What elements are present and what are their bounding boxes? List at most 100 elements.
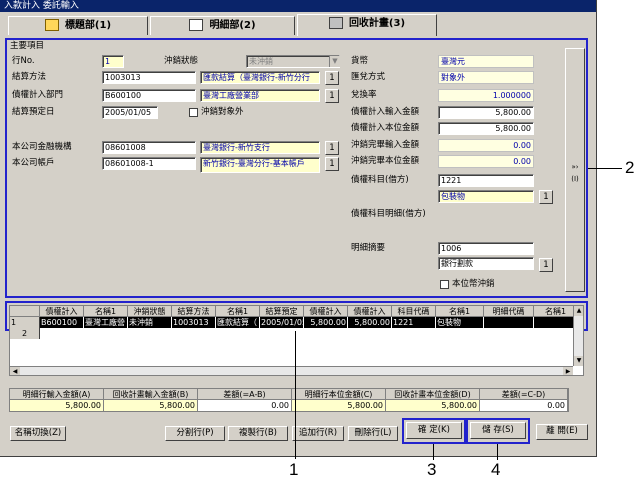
tab-detail-label: 明細部(2) (209, 20, 256, 31)
totals-value-cell: 5,800.00 (292, 400, 386, 411)
grid-cell: 5,800.00 (348, 317, 392, 328)
subject-name-field: 包裝物 (438, 190, 534, 203)
grid-header-cell[interactable]: 名稱1 (436, 306, 484, 317)
bank-code-input[interactable]: 08601008 (102, 141, 196, 154)
tab-header[interactable]: 標題部(1) (8, 16, 148, 35)
screen-icon (328, 17, 343, 29)
subject-lookup-button[interactable]: 1 (539, 190, 553, 204)
totals-header-cell: 明細行本位金額(C) (292, 389, 386, 400)
totals-header-cell: 明細行輸入金額(A) (10, 389, 104, 400)
window-title: 入款計入 委託輸入 (0, 0, 596, 12)
grid-cell: 1221 (392, 317, 436, 328)
grid-cell: 2005/01/05 (261, 317, 304, 328)
callout-2: 2 (625, 158, 635, 177)
grid-header-cell[interactable]: 名稱1 (534, 306, 578, 317)
grid-horizontal-scrollbar[interactable]: ◀ ▶ (10, 366, 573, 375)
scroll-left-icon[interactable]: ◀ (10, 367, 20, 375)
tab-detail[interactable]: 明細部(2) (150, 16, 295, 35)
input-amount-field[interactable]: 5,800.00 (438, 106, 534, 119)
double-chevron-right-icon: »› (571, 163, 579, 171)
grid-cell: B600100 (40, 317, 84, 328)
rate-label: 兌換率 (351, 90, 377, 100)
split-row-button[interactable]: 分割行(P) (165, 426, 225, 441)
callout-4-line (497, 444, 498, 460)
delete-row-button[interactable]: 刪除行(L) (348, 426, 398, 441)
currency-label: 貨幣 (351, 56, 369, 66)
grid-cell (534, 317, 578, 328)
grid-header-cell[interactable]: 名稱1 (84, 306, 128, 317)
document-icon (189, 19, 204, 31)
confirm-button[interactable]: 確 定(K) (406, 422, 462, 439)
totals-value-cell: 5,800.00 (386, 400, 480, 411)
summary-name-input[interactable]: 銀行劃款 (438, 257, 534, 270)
grid-header-cell[interactable]: 結算預定 (260, 306, 304, 317)
input-amount-label: 債權計入輸入金額 (351, 107, 420, 117)
status-select[interactable]: 未沖銷 (246, 55, 340, 68)
grid-header-cell[interactable]: 結算方法 (172, 306, 216, 317)
date-label: 結算預定日 (12, 107, 55, 117)
method-code-input[interactable]: 1003013 (102, 71, 196, 84)
copy-row-button[interactable]: 複製行(B) (228, 426, 288, 441)
close-button[interactable]: 離 開(E) (536, 424, 588, 440)
subject-code-input[interactable]: 1221 (438, 174, 534, 187)
dept-code-input[interactable]: B600100 (102, 89, 196, 102)
callout-3-line (433, 444, 434, 460)
section-title: 主要項目 (10, 41, 45, 51)
grid-row-number: 1 (10, 317, 40, 328)
offset-target-checkbox[interactable] (189, 108, 198, 117)
chevron-down-icon[interactable]: ▼ (329, 56, 340, 67)
grid-header-cell[interactable]: 債權計入 (304, 306, 348, 317)
tab-collection-plan-label: 回收計畫(3) (348, 18, 406, 29)
grid-header-cell[interactable]: 債權計入 (348, 306, 392, 317)
tab-collection-plan[interactable]: 回收計畫(3) (297, 14, 437, 36)
save-button[interactable]: 儲 存(S) (470, 422, 526, 439)
folder-icon (44, 19, 59, 31)
summary-code-input[interactable]: 1006 (438, 242, 534, 255)
dept-lookup-button[interactable]: 1 (325, 89, 339, 103)
expand-side-button[interactable]: »› (I) (565, 48, 585, 292)
rate-type-label: 匯兌方式 (351, 72, 386, 82)
expand-side-label: (I) (571, 175, 579, 183)
offset-local-label: 沖銷完畢本位金額 (351, 156, 420, 166)
callout-1-line (295, 331, 296, 459)
grid-cell (484, 317, 534, 328)
scroll-down-icon[interactable]: ▼ (574, 356, 583, 366)
dept-name-field: 臺灣工廠營業部 (200, 89, 320, 102)
offset-input-field: 0.00 (438, 139, 534, 152)
account-name-field: 新竹銀行-臺灣分行-基本帳戶 (200, 157, 320, 173)
grid-header-cell[interactable]: 明細代碼 (484, 306, 534, 317)
grid-header-cell[interactable]: 沖銷狀態 (128, 306, 172, 317)
totals-value-cell: 5,800.00 (104, 400, 198, 411)
grid-header-cell[interactable]: 名稱1 (216, 306, 260, 317)
add-row-button[interactable]: 追加行(R) (292, 426, 344, 441)
grid-cell: 包裝物 (436, 317, 484, 328)
method-name-field: 匯款結算（臺灣銀行-新竹分行 (200, 71, 320, 84)
grid-vertical-scrollbar[interactable]: ▲ ▼ (573, 306, 583, 366)
date-input[interactable]: 2005/01/05 (102, 106, 158, 119)
grid-cell: 5,800.00 (304, 317, 348, 328)
totals-header-cell: 回收計畫本位金額(D) (386, 389, 480, 400)
grid-cell: 1003013 (172, 317, 216, 328)
method-label: 結算方法 (12, 72, 47, 82)
grid-header-cell[interactable]: 債權計入 (40, 306, 84, 317)
grid-header-cell[interactable]: 科目代碼 (392, 306, 436, 317)
method-lookup-button[interactable]: 1 (325, 71, 339, 85)
account-code-input[interactable]: 08601008-1 (102, 157, 196, 170)
rate-field: 1.000000 (438, 89, 534, 102)
bank-lookup-button[interactable]: 1 (325, 141, 339, 155)
dept-label: 債權計入部門 (12, 90, 64, 100)
name-switch-button[interactable]: 名稱切換(Z) (10, 426, 66, 441)
currency-field: 臺灣元 (438, 55, 534, 68)
scroll-right-icon[interactable]: ▶ (563, 367, 573, 375)
scroll-up-icon[interactable]: ▲ (574, 306, 583, 316)
tab-header-label: 標題部(1) (64, 20, 112, 31)
totals-value-cell: 0.00 (198, 400, 292, 411)
account-lookup-button[interactable]: 1 (325, 157, 339, 171)
offset-input-label: 沖銷完畢輸入金額 (351, 140, 420, 150)
totals-table: 明細行輸入金額(A) 回收計畫輸入金額(B) 差額(=A-B) 明細行本位金額(C) 回… (9, 388, 569, 412)
table-row[interactable]: B600100 臺灣工廠營 未沖銷 1003013 匯款結算（ 2005/01/05 5,8… (40, 317, 580, 328)
local-amount-field[interactable]: 5,800.00 (438, 122, 534, 135)
summary-lookup-button[interactable]: 1 (539, 258, 553, 272)
bank-label: 本公司金融機構 (12, 142, 72, 152)
local-offset-checkbox[interactable] (440, 280, 449, 289)
